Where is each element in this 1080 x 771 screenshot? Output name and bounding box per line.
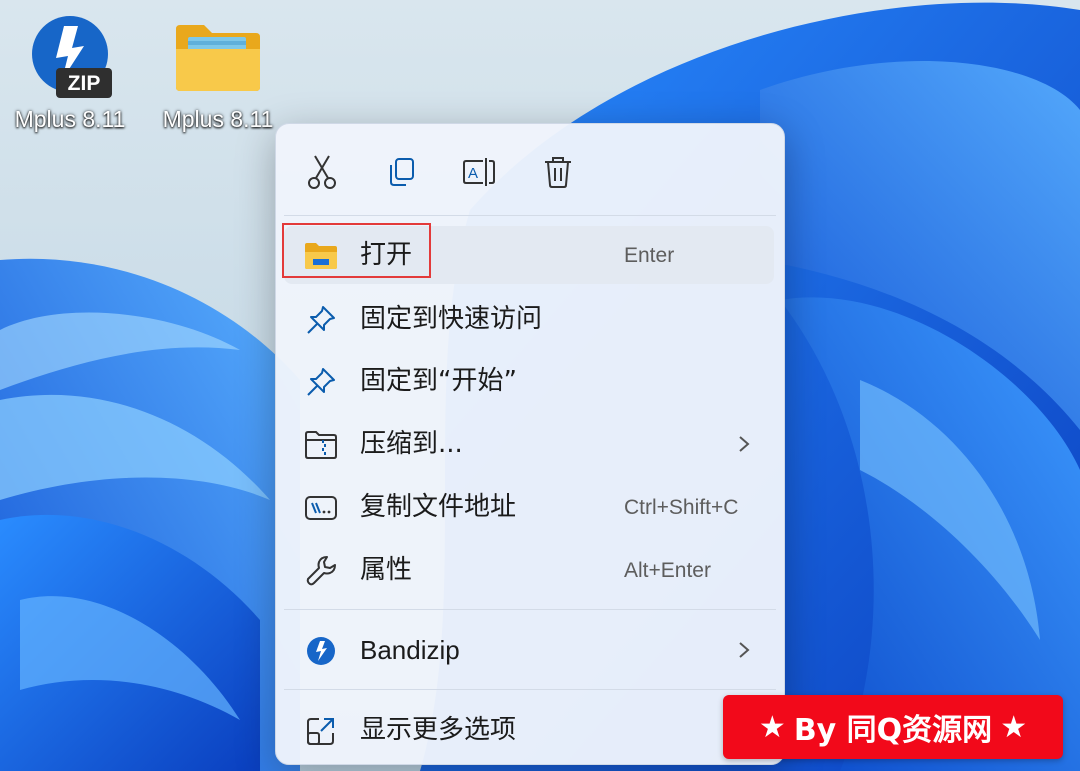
chevron-right-icon: [739, 642, 750, 658]
svg-text:A: A: [468, 165, 478, 182]
scissors-icon: [308, 155, 336, 189]
trash-icon: [545, 157, 571, 188]
bandizip-icon: [304, 634, 338, 668]
zip-badge-text: ZIP: [68, 72, 101, 95]
wrench-icon: [304, 554, 338, 588]
menu-item-label: 显示更多选项: [360, 715, 517, 745]
menu-item-label: 压缩到...: [360, 429, 463, 459]
delete-button[interactable]: [532, 146, 584, 198]
watermark-text: By 同Q资源网: [793, 713, 993, 748]
context-menu: A 打开 Enter 固定到快速访问 固定到“开始” 压缩到... 复制文件地址…: [275, 123, 785, 765]
menu-item-label: 属性: [360, 555, 413, 585]
chevron-right-icon: [739, 436, 750, 452]
copy-icon: [390, 158, 414, 186]
bandizip-zip-icon: ZIP: [24, 12, 116, 104]
folder-open-icon: [304, 239, 338, 273]
menu-item-label: 复制文件地址: [360, 492, 517, 522]
menu-item-pin-start[interactable]: 固定到“开始”: [284, 352, 774, 410]
menu-item-bandizip[interactable]: Bandizip: [284, 621, 774, 679]
menu-item-copy-path[interactable]: 复制文件地址 Ctrl+Shift+C: [284, 478, 774, 536]
cut-button[interactable]: [296, 146, 348, 198]
menu-item-open[interactable]: 打开 Enter: [284, 226, 774, 284]
star-icon: ★: [1000, 709, 1028, 745]
pin-icon: [304, 365, 338, 399]
rename-icon: A: [463, 158, 495, 186]
watermark-banner: ★ By 同Q资源网 ★: [723, 695, 1063, 759]
desktop-icon-zip[interactable]: ZIP Mplus 8.11: [0, 12, 140, 142]
copy-path-icon: [304, 491, 338, 525]
menu-item-show-more-options[interactable]: 显示更多选项: [284, 701, 774, 759]
menu-separator: [284, 609, 776, 610]
menu-item-label: 打开: [360, 240, 413, 270]
rename-button[interactable]: A: [453, 146, 505, 198]
menu-item-shortcut: Enter: [624, 244, 675, 267]
pin-icon: [304, 303, 338, 337]
folder-icon: [172, 12, 264, 104]
context-menu-toolbar: A: [276, 124, 784, 216]
desktop-icon-label: Mplus 8.11: [162, 106, 274, 132]
show-more-icon: [304, 714, 338, 748]
menu-item-compress-to[interactable]: 压缩到...: [284, 415, 774, 473]
menu-item-label: Bandizip: [360, 635, 460, 665]
menu-separator: [284, 689, 776, 690]
menu-item-label: 固定到“开始”: [360, 366, 517, 396]
menu-item-shortcut: Ctrl+Shift+C: [624, 496, 739, 519]
menu-item-pin-quick-access[interactable]: 固定到快速访问: [284, 290, 774, 348]
zip-folder-icon: [304, 428, 338, 462]
copy-button[interactable]: [375, 146, 427, 198]
desktop-icon-label: Mplus 8.11: [14, 106, 126, 132]
menu-item-label: 固定到快速访问: [360, 304, 543, 334]
desktop-icon-folder[interactable]: Mplus 8.11: [148, 12, 288, 142]
menu-item-properties[interactable]: 属性 Alt+Enter: [284, 541, 774, 599]
menu-separator: [284, 215, 776, 216]
menu-item-shortcut: Alt+Enter: [624, 559, 711, 582]
star-icon: ★: [758, 709, 786, 745]
